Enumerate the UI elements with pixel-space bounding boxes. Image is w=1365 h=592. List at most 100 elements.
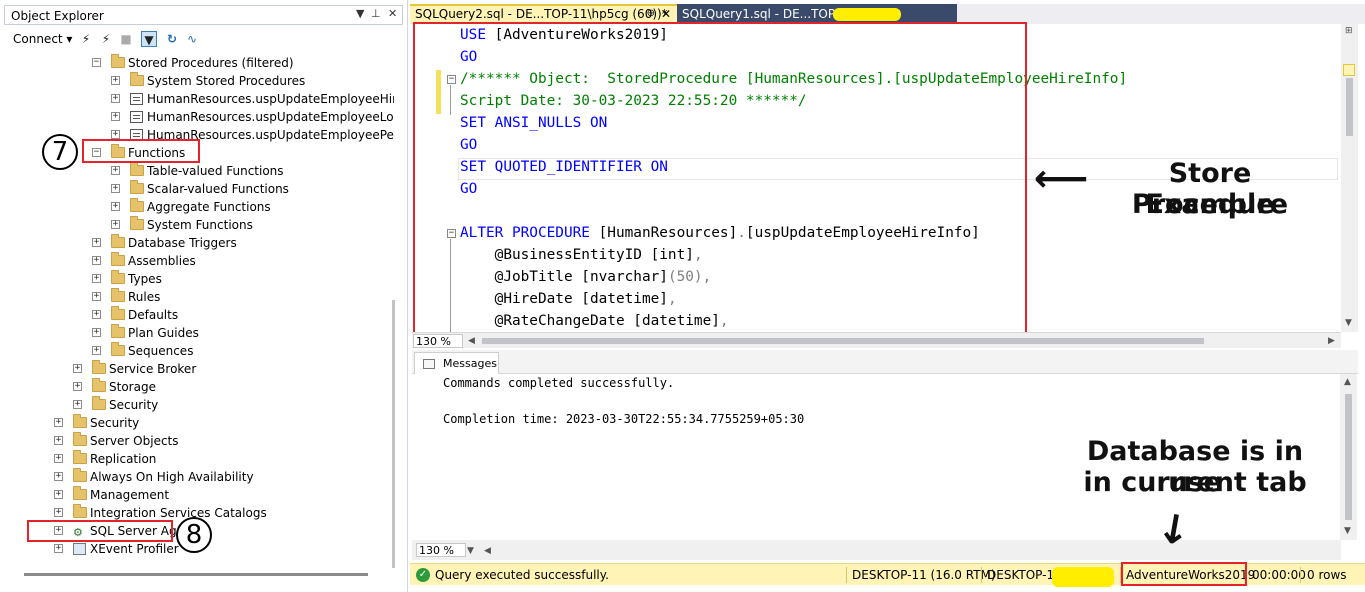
folder-icon [130,216,144,230]
expand-icon[interactable]: + [111,202,120,211]
collapse-icon[interactable]: − [92,58,101,67]
filter-icon[interactable]: ▼ [141,31,157,47]
object-explorer-title: Object Explorer [11,9,104,23]
tree-node[interactable]: + Rules [4,288,394,306]
object-explorer-panel: Object Explorer ▼ ⊥ ✕ Connect ▾ ⚡ ⚡ ■ ▼ … [0,0,408,592]
tab-pin-icon[interactable]: ⊕ [647,6,655,22]
expand-icon[interactable]: + [111,76,120,85]
folder-icon [111,288,125,302]
editor-zoom-select[interactable]: 130 % [413,334,463,348]
tree-node-label: Always On High Availability [90,470,254,484]
messages-zoom-select[interactable]: 130 % [416,543,466,557]
tree-node[interactable]: + Scalar-valued Functions [4,180,394,198]
tree-node[interactable]: + Always On High Availability [4,468,394,486]
messages-zoom-bar: 130 % ▼ ◀ [412,540,1341,560]
database-highlight-box [1121,562,1247,586]
dropdown-icon[interactable]: ▼ [356,7,364,20]
tree-node[interactable]: + Management [4,486,394,504]
tree-node[interactable]: + Defaults [4,306,394,324]
tree-node[interactable]: + Replication [4,450,394,468]
messages-scrollbar[interactable]: ▲ ▼ [1340,374,1357,540]
expand-icon[interactable]: + [54,508,63,517]
tree-node[interactable]: + Assemblies [4,252,394,270]
editor-vertical-scrollbar[interactable]: ⊞ ▼ [1341,24,1358,332]
tree-node[interactable]: + Database Triggers [4,234,394,252]
tab-sqlquery1[interactable]: SQLQuery1.sql - DE...TOP-11 [677,4,957,24]
expand-icon[interactable]: + [92,346,101,355]
folder-icon [111,270,125,284]
expand-icon[interactable]: + [54,490,63,499]
expand-icon[interactable]: + [92,310,101,319]
tree-node[interactable]: + HumanResources.uspUpdateEmployeeLogin [4,108,394,126]
tree-node-label: Server Objects [90,434,179,448]
scroll-right-icon[interactable]: ▶ [1328,336,1335,346]
expand-icon[interactable]: + [111,94,120,103]
folder-icon [111,54,125,68]
close-icon[interactable]: ✕ [388,7,397,20]
status-divider [846,567,847,583]
sql-server-agent-highlight-box [27,520,173,542]
tree-node[interactable]: + Plan Guides [4,324,394,342]
scroll-down-icon[interactable]: ▼ [1345,318,1352,328]
activity-monitor-icon[interactable]: ∿ [184,31,200,47]
expand-icon[interactable]: + [111,166,120,175]
folder-icon [73,450,87,464]
expand-icon[interactable]: + [92,274,101,283]
tree-node-label: Service Broker [109,362,197,376]
tree-node[interactable]: − Stored Procedures (filtered) [4,54,394,72]
editor-hscroll-thumb[interactable] [482,338,1204,344]
expand-icon[interactable]: + [73,400,82,409]
expand-icon[interactable]: + [54,472,63,481]
scroll-up-icon[interactable]: ▲ [1344,377,1351,387]
tab-sqlquery2[interactable]: SQLQuery2.sql - DE...TOP-11\hp5cg (60))*… [410,4,677,24]
tree-node[interactable]: + Aggregate Functions [4,198,394,216]
tab-close-icon[interactable]: ✕ [661,6,671,22]
pin-icon[interactable]: ⊥ [371,7,381,20]
expand-icon[interactable]: + [54,418,63,427]
tree-node[interactable]: + System Functions [4,216,394,234]
expand-icon[interactable]: + [73,382,82,391]
scroll-left-icon[interactable]: ◀ [468,336,475,346]
scroll-left-icon[interactable]: ◀ [484,546,491,556]
refresh-icon[interactable]: ↻ [164,31,180,47]
connect-button[interactable]: Connect ▾ [13,32,72,46]
stop-icon[interactable]: ■ [118,31,134,47]
disconnect-icon[interactable]: ⚡ [98,31,114,47]
tree-node[interactable]: + Storage [4,378,394,396]
expand-icon[interactable]: + [111,184,120,193]
chevron-down-icon[interactable]: ▼ [467,546,474,556]
tree-node-label: Security [90,416,140,430]
expand-icon[interactable]: + [54,436,63,445]
tree-node[interactable]: + Service Broker [4,360,394,378]
redaction-mark [1052,567,1114,587]
tree-node[interactable]: + Types [4,270,394,288]
tree-node[interactable]: + System Stored Procedures [4,72,394,90]
tree-node[interactable]: + Security [4,396,394,414]
tree-node[interactable]: + Server Objects [4,432,394,450]
expand-icon[interactable]: + [92,256,101,265]
scroll-change-marker [1343,64,1355,76]
expand-icon[interactable]: + [54,544,63,553]
tree-node[interactable]: + Security [4,414,394,432]
expand-icon[interactable]: + [54,454,63,463]
tree-node[interactable]: + HumanResources.uspUpdateEmployeeHireIn [4,90,394,108]
expand-icon[interactable]: + [92,292,101,301]
expand-icon[interactable]: + [92,328,101,337]
messages-scroll-thumb[interactable] [1345,394,1352,520]
object-explorer-hscrollbar[interactable] [24,573,368,576]
expand-icon[interactable]: + [92,238,101,247]
status-server: DESKTOP-11 (16.0 RTM) [852,568,996,582]
object-explorer-scrollbar[interactable] [392,300,395,568]
split-icon[interactable]: ⊞ [1345,26,1353,36]
tree-node[interactable]: + Sequences [4,342,394,360]
editor-scroll-thumb[interactable] [1346,78,1353,136]
tab-messages-label: Messages [443,357,497,370]
connect-plug-icon[interactable]: ⚡ [78,31,94,47]
scroll-down-icon[interactable]: ▼ [1344,526,1351,536]
expand-icon[interactable]: + [111,130,120,139]
expand-icon[interactable]: + [73,364,82,373]
tab-messages[interactable]: Messages [414,352,499,374]
expand-icon[interactable]: + [111,112,120,121]
expand-icon[interactable]: + [111,220,120,229]
status-elapsed: 00:00:00 [1252,568,1306,582]
